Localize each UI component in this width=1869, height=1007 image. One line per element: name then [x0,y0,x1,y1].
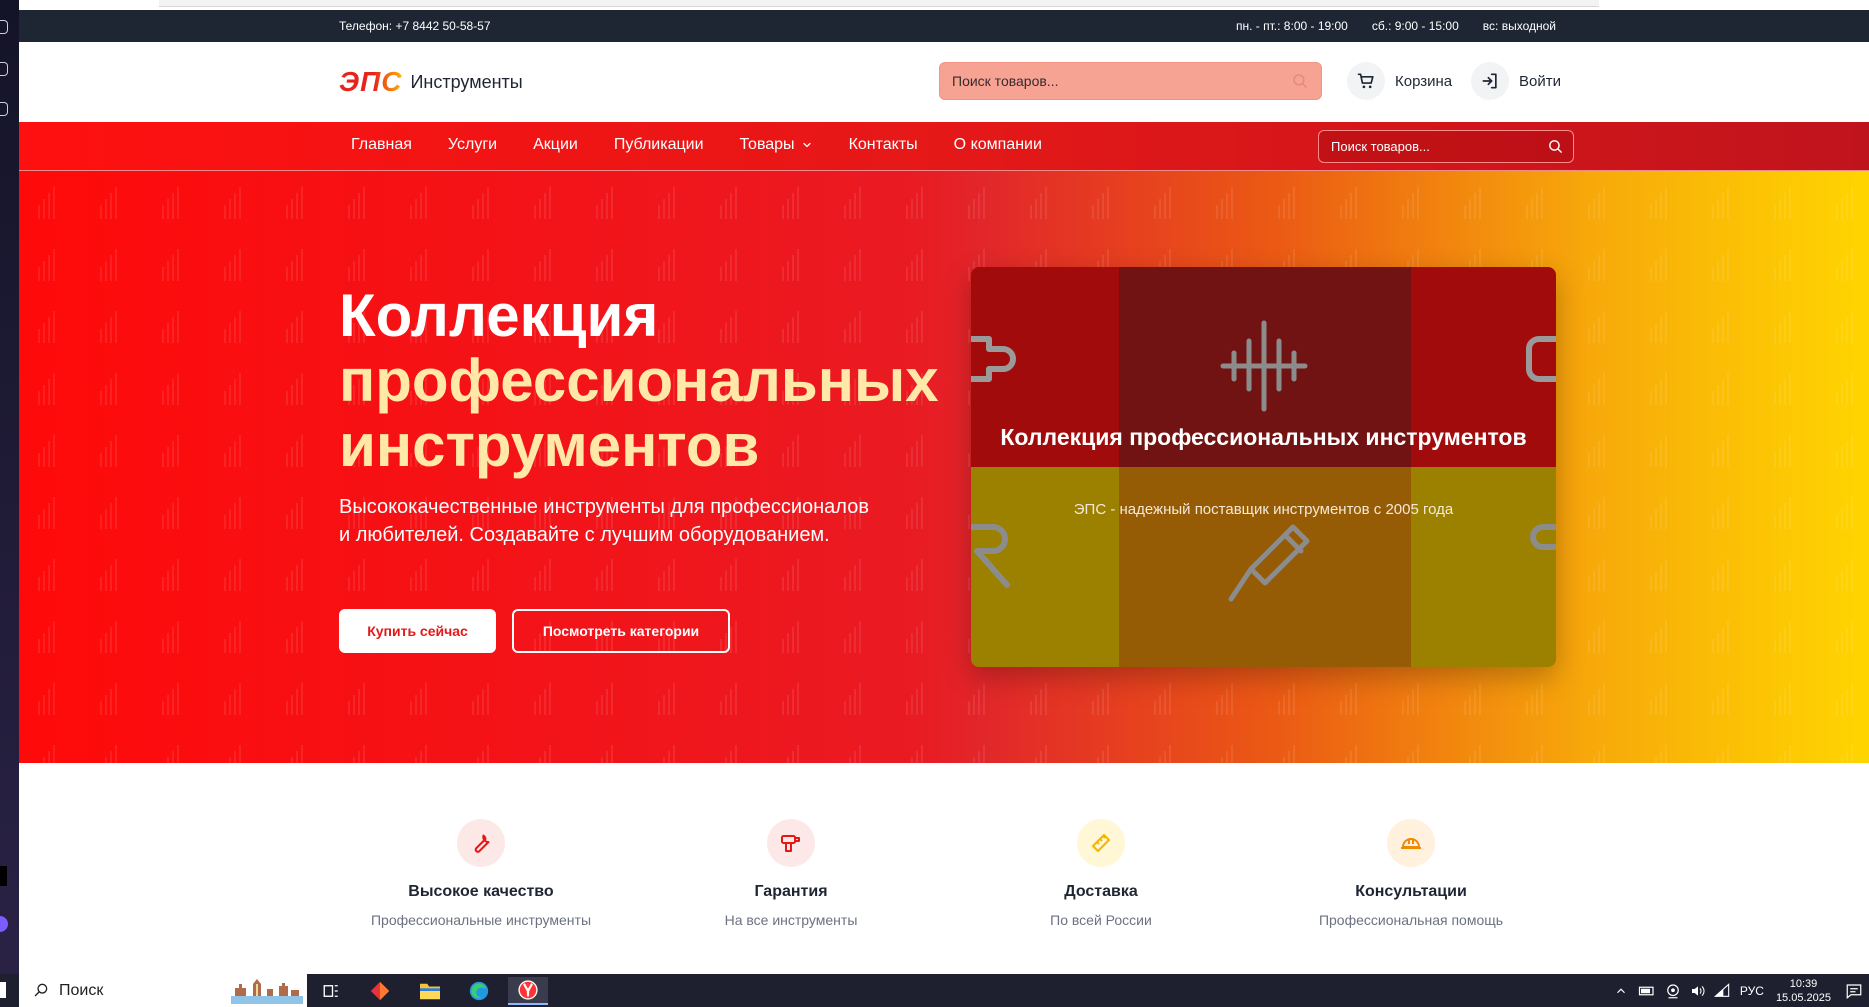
search-icon[interactable] [1291,72,1309,90]
cart-button[interactable]: Корзина [1347,62,1452,100]
hours-saturday: сб.: 9:00 - 15:00 [1371,19,1459,33]
main-nav: Главная Услуги Акции Публикации Товары К… [19,122,1869,171]
battery-icon[interactable] [1638,984,1656,998]
hero-title-line: инструментов [339,412,760,479]
cart-label: Корзина [1395,72,1453,90]
login-icon [1471,62,1509,100]
sidebar-app-icon[interactable] [0,102,8,116]
hardhat-icon [1387,819,1435,867]
header-search-input[interactable] [952,63,1282,99]
cart-icon [1347,62,1385,100]
wrench-icon [457,819,505,867]
feature-delivery: Доставка По всей России [971,819,1231,928]
chevron-up-icon[interactable] [1614,984,1628,998]
nav-menu: Главная Услуги Акции Публикации Товары К… [339,136,1066,154]
card-title: Коллекция профессиональных инструментов [1000,424,1527,450]
feature-subtitle: Профессиональные инструменты [370,912,592,928]
feature-title: Гарантия [754,883,828,900]
logo-mark: ЭПС [339,66,403,97]
browser-tabstrip-edge [19,0,1869,10]
windows-taskbar: Поиск РУС 10:39 15.05.2025 [0,974,1869,1007]
feature-title: Доставка [1064,883,1138,900]
language-indicator[interactable]: РУС [1740,984,1764,998]
task-view-icon[interactable] [311,977,351,1005]
card-subtitle: ЭПС - надежный поставщик инструментов с … [1073,501,1454,518]
nav-item-home[interactable]: Главная [339,136,424,154]
feature-title: Высокое качество [408,883,554,900]
file-explorer-icon[interactable] [410,977,450,1005]
webcam-icon[interactable] [1664,983,1682,999]
chevron-down-icon [802,142,811,148]
feature-warranty: Гарантия На все инструменты [661,819,921,928]
login-label: Войти [1519,72,1561,90]
sidebar-block [0,866,7,886]
tool-icon [1526,336,1556,382]
app-red-diamond-icon[interactable] [360,977,400,1005]
nav-item-products[interactable]: Товары [728,136,825,154]
hero-title-line: профессиональных [339,347,939,414]
drill-icon [767,819,815,867]
phone-number[interactable]: Телефон: +7 8442 50-58-57 [339,19,491,33]
volume-icon[interactable] [1690,983,1706,999]
feature-subtitle: Профессиональная помощь [1318,912,1504,928]
sidebar-app-icon[interactable] [0,20,8,34]
hero-section: Коллекция профессиональных инструментов … [19,171,1869,763]
nav-item-about[interactable]: О компании [942,136,1054,154]
features-section: Высокое качество Профессиональные инстру… [19,763,1869,974]
working-hours: пн. - пт.: 8:00 - 19:00 сб.: 9:00 - 15:0… [1236,19,1556,33]
nav-item-services[interactable]: Услуги [436,136,509,154]
sidebar-app-icon[interactable] [0,62,8,76]
nav-search-input[interactable] [1331,131,1541,162]
saw-blade-icon [1220,320,1308,412]
taskbar-search-label: Поиск [59,982,104,999]
hours-sunday: вс: выходной [1482,19,1556,33]
hours-weekdays: пн. - пт.: 8:00 - 19:00 [1236,19,1348,33]
buy-now-button[interactable]: Купить сейчас [339,609,496,653]
screwdriver-icon [1228,524,1310,602]
tool-icon [971,336,1016,382]
assistant-icon[interactable] [0,916,8,932]
taskbar-search[interactable]: Поиск [19,974,307,1007]
feature-quality: Высокое качество Профессиональные инстру… [351,819,611,928]
edge-browser-icon[interactable] [459,977,499,1005]
system-tray: РУС 10:39 15.05.2025 [1614,974,1869,1007]
site-logo[interactable]: ЭПС Инструменты [339,68,523,96]
notifications-icon[interactable] [1845,982,1863,1000]
clock-time: 10:39 [1789,977,1818,990]
nav-item-contacts[interactable]: Контакты [837,136,930,154]
search-icon[interactable] [1547,138,1564,155]
hero-title-line: Коллекция [339,282,659,349]
clock-date: 15.05.2025 [1775,991,1831,1004]
yandex-browser-icon[interactable] [508,977,548,1005]
search-highlight-icon [231,979,303,1004]
network-icon[interactable] [1713,982,1730,999]
nav-item-publications[interactable]: Публикации [602,136,716,154]
start-button[interactable] [0,982,6,998]
site-header: ЭПС Инструменты Корзина Войти [19,42,1869,122]
feature-subtitle: По всей России [1050,912,1152,928]
nav-item-promotions[interactable]: Акции [521,136,590,154]
hero-title: Коллекция профессиональных инструментов [339,283,959,478]
view-categories-button[interactable]: Посмотреть категории [512,609,730,653]
feature-subtitle: На все инструменты [724,912,858,928]
feature-consulting: Консультации Профессиональная помощь [1281,819,1541,928]
browser-page: Телефон: +7 8442 50-58-57 пн. - пт.: 8:0… [19,0,1869,974]
info-bar: Телефон: +7 8442 50-58-57 пн. - пт.: 8:0… [19,10,1869,42]
nav-search [1318,130,1574,163]
header-search [939,62,1322,100]
hero-subtitle: Высококачественные инструменты для профе… [339,496,869,546]
ruler-icon [1077,819,1125,867]
tool-icon [971,524,1010,588]
feature-title: Консультации [1355,883,1467,900]
desktop-screen: Телефон: +7 8442 50-58-57 пн. - пт.: 8:0… [0,0,1869,1007]
taskbar-clock[interactable]: 10:39 15.05.2025 [1776,977,1831,1005]
desktop-left-strip [0,0,19,974]
hero-card: Коллекция профессиональных инструментов … [971,267,1556,667]
logo-text: Инструменты [410,71,523,92]
tool-icon [1530,524,1556,550]
login-button[interactable]: Войти [1471,62,1561,100]
browser-tab-edge[interactable] [159,0,1599,7]
search-icon [34,983,48,997]
